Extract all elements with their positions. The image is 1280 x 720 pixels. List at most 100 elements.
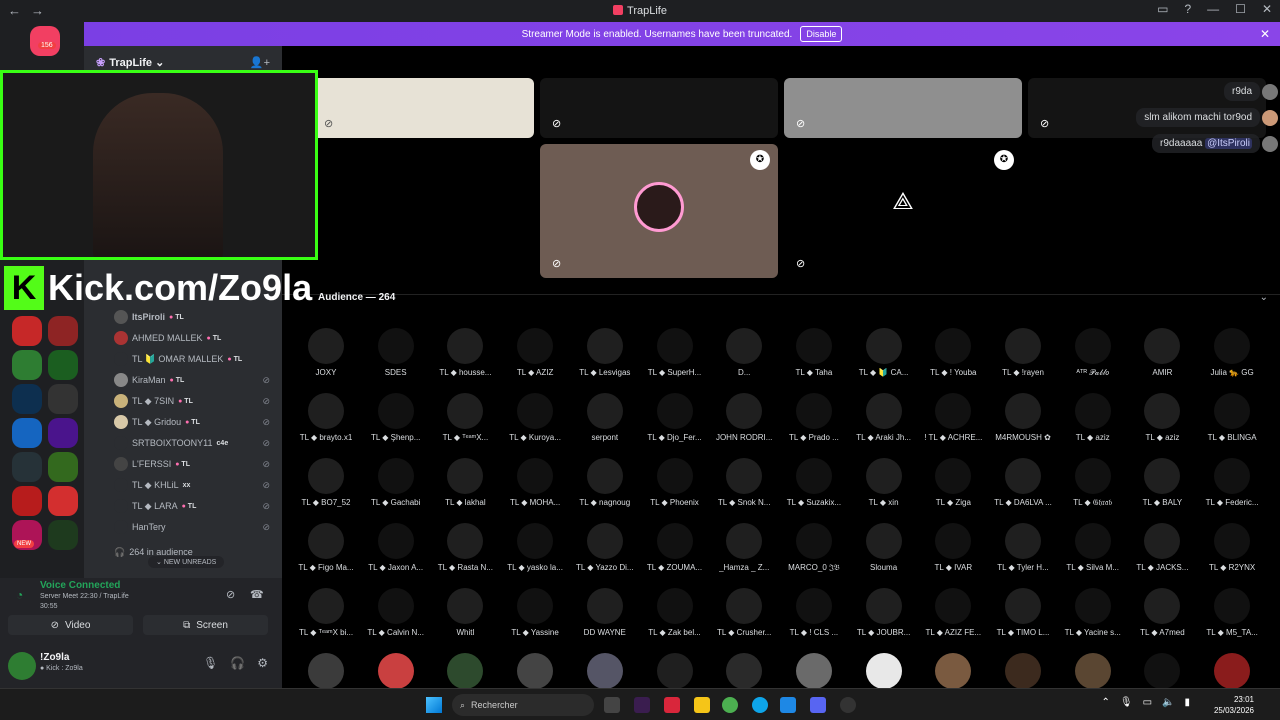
audience-member[interactable] (919, 653, 987, 689)
speaker-tile[interactable]: ⊘ (784, 78, 1022, 138)
server-icon[interactable] (12, 418, 42, 448)
audience-member[interactable]: TL ◆ Araki Jh... (850, 393, 918, 442)
audience-member[interactable]: TL ◆ ! CLS ... (780, 588, 848, 637)
audience-member[interactable]: TL ◆ Calvin N... (362, 588, 430, 637)
server-icon[interactable] (48, 486, 78, 516)
audience-member[interactable] (1059, 653, 1127, 689)
audience-member[interactable]: TL ◆ lakhal (431, 458, 499, 507)
audience-member[interactable]: Julia 🐆 GG (1198, 328, 1266, 377)
screen-share-button[interactable]: ⧉ Screen (143, 615, 268, 635)
task-view-icon[interactable] (604, 697, 620, 713)
stage-user[interactable]: TL ◆ KHLiL xx ⊘ (114, 476, 274, 494)
signal-icon[interactable]: ◔ (16, 588, 23, 602)
file-explorer-icon[interactable] (694, 697, 710, 713)
voice-status[interactable]: Voice Connected (40, 580, 120, 591)
guild-header[interactable]: ❀ TrapLife ⌄ (96, 56, 164, 69)
battery-icon[interactable]: ▮ (1184, 697, 1190, 708)
audience-member[interactable]: TL ◆ AZIZ FE... (919, 588, 987, 637)
disable-button[interactable]: Disable (800, 26, 843, 42)
audience-member[interactable]: Whitl (431, 588, 499, 637)
chrome-icon[interactable] (722, 697, 738, 713)
audience-member[interactable]: TL ◆ ! Youba (919, 328, 987, 377)
server-icon[interactable] (48, 520, 78, 550)
audience-member[interactable]: TL ◆ MOHA... (501, 458, 569, 507)
audience-member[interactable]: TL ◆ Yazzo Di... (571, 523, 639, 572)
chevron-down-icon[interactable]: ⌄ (1260, 292, 1268, 303)
audience-member[interactable]: TL ◆ Prado ... (780, 393, 848, 442)
audience-member[interactable] (571, 653, 639, 689)
audience-member[interactable]: TL ◆ Tyler H... (989, 523, 1057, 572)
speaker-tile[interactable]: ⟁ ✪ ⊘ (784, 144, 1022, 278)
audience-member[interactable]: ᴬᵀᴿ 𝒫𝒶𝒷𝓁𝑜 (1059, 328, 1127, 378)
minimize-button[interactable]: — (1207, 2, 1219, 16)
audience-member[interactable]: _Hamza _ Z... (710, 523, 778, 572)
audience-member[interactable]: TL ◆ Yassine (501, 588, 569, 637)
audience-member[interactable]: DD WAYNE (571, 588, 639, 637)
audience-member[interactable]: TL ◆ Gachabi (362, 458, 430, 507)
server-icon[interactable] (12, 350, 42, 380)
audience-member[interactable]: TL ◆ Phoenix (641, 458, 709, 507)
audience-member[interactable]: TL ◆ Snok N... (710, 458, 778, 507)
audience-member[interactable]: AMIR (1128, 328, 1196, 377)
help-icon[interactable]: ? (1184, 2, 1191, 16)
audience-member[interactable]: TL ◆ 🔰 CA... (850, 328, 918, 377)
audience-member[interactable]: TL ◆ BLINGA (1198, 393, 1266, 442)
speaker-tile[interactable]: ✪ ⊘ (540, 144, 778, 278)
mention[interactable]: @ItsPiroli (1205, 138, 1252, 149)
audience-member[interactable]: TL ◆ Ziga (919, 458, 987, 507)
audience-member[interactable]: TL ◆ nagnoug (571, 458, 639, 507)
microphone-icon[interactable]: 🎙 (203, 656, 218, 670)
audience-member[interactable]: TL ◆ AZIZ (501, 328, 569, 377)
audience-member[interactable]: TL ◆ !rayen (989, 328, 1057, 377)
audience-member[interactable]: TL ◆ Şhenp... (362, 393, 430, 442)
speaker-tile[interactable]: ⊘ (540, 78, 778, 138)
audience-member[interactable] (710, 653, 778, 689)
close-button[interactable]: ✕ (1262, 2, 1272, 16)
clock[interactable]: 23:01 25/03/2026 (1214, 694, 1254, 716)
audience-member[interactable]: ! TL ◆ ACHRE... (919, 393, 987, 442)
audience-member[interactable]: SDES (362, 328, 430, 377)
server-icon[interactable] (12, 384, 42, 414)
audience-member[interactable]: TL ◆ DA6LVA ... (989, 458, 1057, 507)
audience-member[interactable]: TL ◆ JOUBR... (850, 588, 918, 637)
noise-suppression-icon[interactable]: ⊘ (226, 588, 235, 601)
username[interactable]: !Zo9la (40, 652, 69, 663)
speaker-tile[interactable]: ⊘ (312, 78, 534, 138)
headphones-icon[interactable]: 🎧 (230, 656, 245, 670)
microphone-icon[interactable]: 🎙 (1120, 697, 1133, 708)
audience-member[interactable]: TL ◆ housse... (431, 328, 499, 377)
app-icon[interactable] (634, 697, 650, 713)
home-server-icon[interactable] (30, 26, 60, 56)
avatar[interactable] (8, 652, 36, 680)
audience-member[interactable]: TL ◆ Kuroya... (501, 393, 569, 442)
server-icon[interactable] (48, 350, 78, 380)
taskbar-search[interactable]: ⌕ Rechercher (452, 694, 594, 716)
audience-member[interactable] (292, 653, 360, 689)
audience-member[interactable]: Slouma (850, 523, 918, 572)
audience-member[interactable]: JOXY (292, 328, 360, 377)
audience-member[interactable] (850, 653, 918, 689)
audience-member[interactable]: TL ◆ Zak bel... (641, 588, 709, 637)
volume-icon[interactable]: 🔈 (1162, 697, 1174, 708)
stage-user[interactable]: KiraMan ● TL ⊘ (114, 371, 274, 389)
inbox-icon[interactable]: ▭ (1157, 2, 1168, 16)
disconnect-icon[interactable]: ☎ (250, 588, 264, 601)
audience-member[interactable]: TL ◆ M5_TA... (1198, 588, 1266, 637)
audience-member[interactable] (641, 653, 709, 689)
banner-close-icon[interactable]: ✕ (1260, 27, 1270, 41)
chevron-up-icon[interactable]: ⌃ (1101, 697, 1109, 708)
audience-member[interactable]: TL ◆ Jaxon A... (362, 523, 430, 572)
audience-member[interactable]: TL ◆ BALY (1128, 458, 1196, 507)
server-icon[interactable] (48, 384, 78, 414)
audience-member[interactable] (431, 653, 499, 689)
invite-people-icon[interactable]: 👤+ (250, 56, 270, 69)
audience-member[interactable]: TL ◆ aziz (1059, 393, 1127, 442)
audience-member[interactable]: TL ◆ Taha (780, 328, 848, 377)
server-icon[interactable] (12, 486, 42, 516)
audience-member[interactable]: TL ◆ Figo Ma... (292, 523, 360, 572)
discord-icon[interactable] (810, 697, 826, 713)
app-icon[interactable] (664, 697, 680, 713)
audience-member[interactable]: TL ◆ xin (850, 458, 918, 507)
app-icon[interactable] (840, 697, 856, 713)
audience-member[interactable]: TL ◆ Rasta N... (431, 523, 499, 572)
